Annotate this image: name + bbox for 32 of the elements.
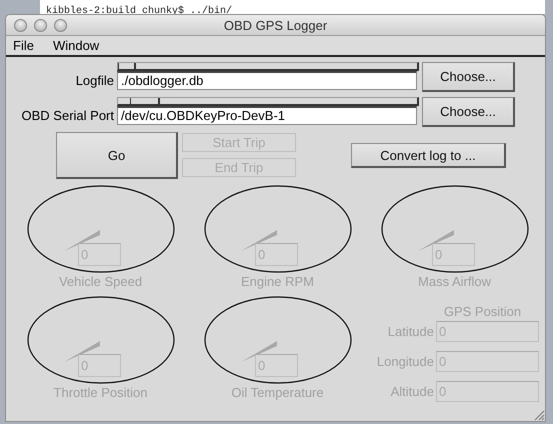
gauge-needle: [64, 230, 100, 251]
choose-button[interactable]: Choose...: [422, 97, 515, 127]
field-label: OBD Serial Port: [22, 108, 114, 125]
gauge-needle: [240, 341, 276, 362]
gauge-needle: [240, 230, 276, 251]
menu-item[interactable]: File: [13, 38, 34, 53]
field-label: Logfile: [76, 73, 114, 90]
path-field[interactable]: ./obdlogger.db: [117, 71, 417, 90]
gauge-label: Engine RPM: [241, 274, 314, 289]
window-title: OBD GPS Logger: [224, 18, 328, 32]
path-field[interactable]: /dev/cu.OBDKeyPro-DevB-1: [117, 106, 417, 125]
gps-title: GPS Position: [444, 304, 522, 319]
field-label: Longitude: [376, 354, 434, 369]
terminal-text: kibbles-2:build chunky$ ../bin/: [45, 6, 232, 17]
zoom-button[interactable]: [54, 18, 67, 32]
gauge-label: Throttle Position: [54, 385, 148, 400]
field-label: Latitude: [388, 324, 434, 339]
scrollbar[interactable]: [117, 97, 419, 106]
close-button[interactable]: [14, 18, 27, 32]
scrollbar[interactable]: [117, 62, 419, 71]
gauge-label: Oil Temperature: [231, 385, 324, 400]
gauge-label: Vehicle Speed: [58, 274, 142, 289]
field-label: Altitude: [390, 384, 434, 399]
resize-grip-icon[interactable]: [532, 408, 545, 421]
gauge-label: Mass Airflow: [418, 274, 491, 289]
convert-button[interactable]: Convert log to ...: [351, 143, 506, 168]
menu-item[interactable]: Window: [52, 38, 100, 53]
go-button[interactable]: Go: [56, 132, 178, 179]
minimize-button[interactable]: [34, 18, 47, 32]
gauge-needle: [64, 341, 100, 362]
gauge-needle: [418, 230, 454, 251]
choose-button[interactable]: Choose...: [422, 62, 515, 92]
